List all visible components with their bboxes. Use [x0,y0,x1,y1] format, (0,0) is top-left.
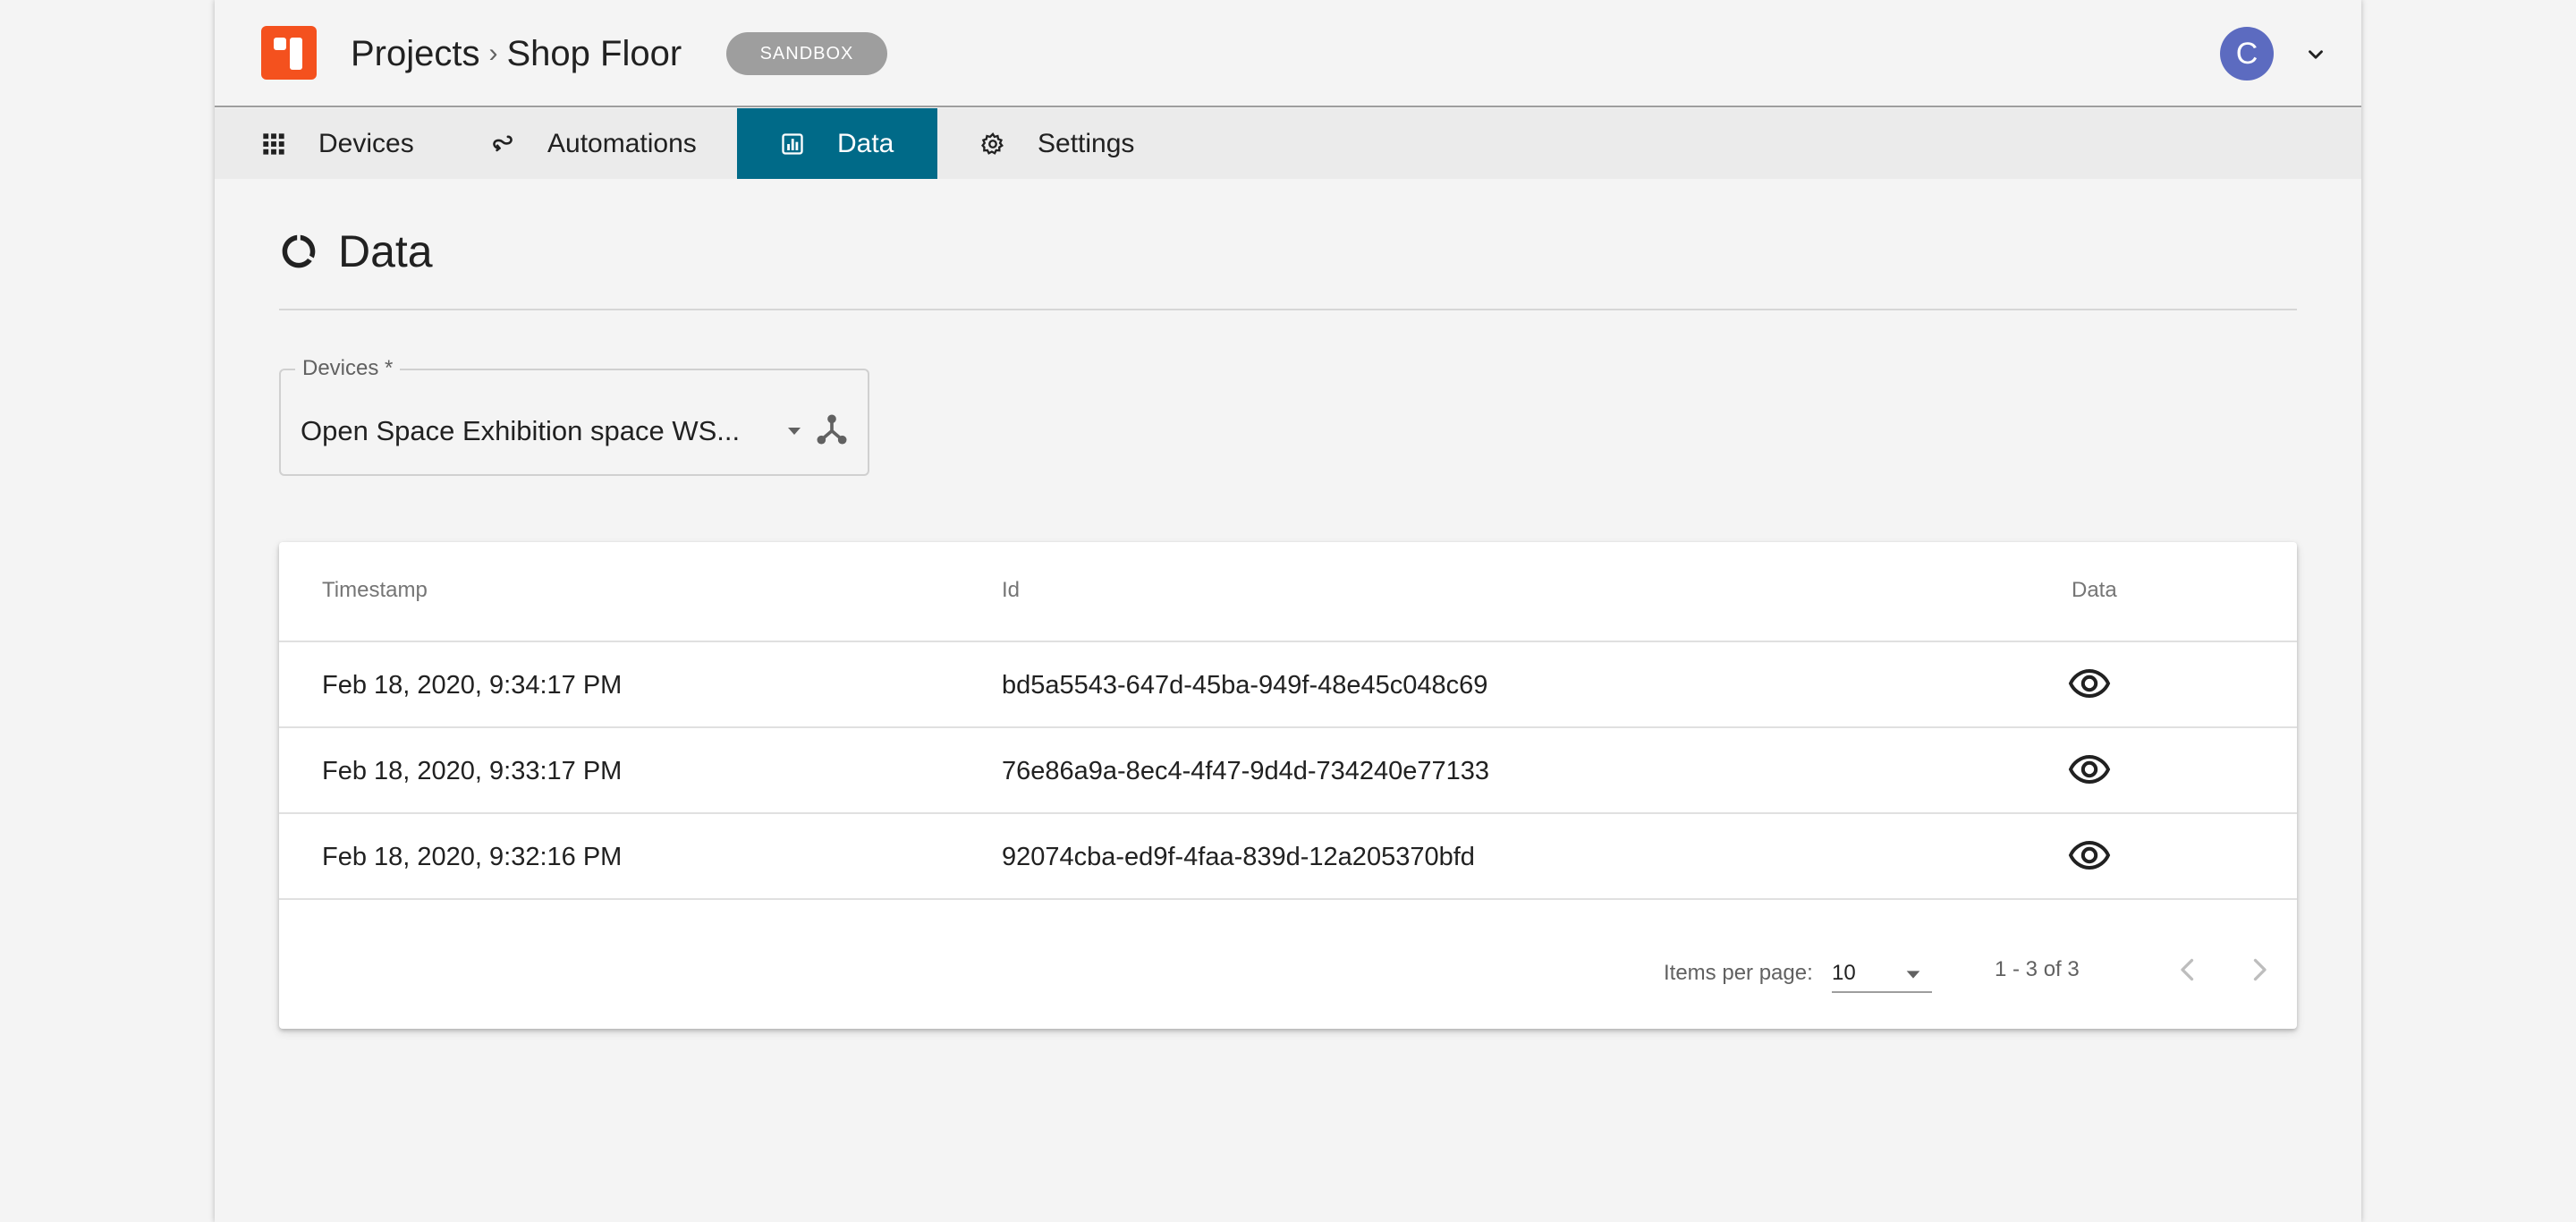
breadcrumb: Projects › Shop Floor [351,27,682,81]
row-timestamp: Feb 18, 2020, 9:33:17 PM [322,757,623,785]
column-header-id[interactable]: Id [1002,578,1020,603]
data-ring-icon [282,234,316,268]
next-page-button[interactable] [2243,954,2275,986]
device-tree-icon[interactable] [814,412,850,447]
table-row: Feb 18, 2020, 9:34:17 PM bd5a5543-647d-4… [279,642,2297,728]
dropdown-caret-icon[interactable] [784,420,805,442]
table-row: Feb 18, 2020, 9:32:16 PM 92074cba-ed9f-4… [279,814,2297,900]
tab-devices-label: Devices [318,128,414,158]
row-timestamp: Feb 18, 2020, 9:32:16 PM [322,843,623,871]
page-title: Data [279,224,433,279]
items-per-page-select[interactable]: 10 [1832,952,1932,993]
devices-select[interactable]: Devices * Open Space Exhibition space WS… [279,356,869,476]
devices-select-value: Open Space Exhibition space WS... [301,415,741,446]
view-data-eye-icon[interactable] [2068,666,2111,701]
bar-chart-icon [782,132,803,155]
items-per-page-label: Items per page: [1664,961,1813,985]
gear-icon [981,132,1004,155]
table-header: Timestamp Id Data [279,542,2297,642]
title-divider [279,309,2297,310]
row-id: 92074cba-ed9f-4faa-839d-12a205370bfd [1002,843,1475,871]
app-window: Projects › Shop Floor SANDBOX C Devices [215,0,2361,1222]
top-bar: Projects › Shop Floor SANDBOX C [215,0,2361,107]
breadcrumb-projects[interactable]: Projects [351,34,480,74]
dropdown-caret-icon [1906,971,1920,979]
page-range-label: 1 - 3 of 3 [1995,957,2080,981]
tab-devices[interactable]: Devices [261,108,414,179]
breadcrumb-project-name: Shop Floor [506,33,682,73]
grid-icon [263,132,284,155]
automation-icon [493,135,513,151]
avatar[interactable]: C [2220,27,2274,81]
row-timestamp: Feb 18, 2020, 9:34:17 PM [322,671,623,700]
page-title-text: Data [338,226,433,276]
paginator: Items per page: 10 1 - 3 of 3 [279,909,2297,1029]
data-table-card: Timestamp Id Data Feb 18, 2020, 9:34:17 … [279,542,2297,1029]
tab-settings-label: Settings [1038,128,1135,158]
view-data-eye-icon[interactable] [2068,751,2111,787]
tab-settings[interactable]: Settings [980,108,1134,179]
devices-select-label: Devices * [295,356,401,381]
column-header-timestamp[interactable]: Timestamp [322,578,428,603]
environment-badge: SANDBOX [726,32,887,75]
column-header-data: Data [2072,578,2117,602]
breadcrumb-separator: › [488,38,498,68]
tab-automations-label: Automations [547,128,697,158]
main-nav: Devices Automations Data Settings [215,108,2361,179]
chevron-down-icon[interactable] [2304,43,2327,66]
row-id: 76e86a9a-8ec4-4f47-9d4d-734240e77133 [1002,757,1490,785]
tab-data[interactable]: Data [737,108,937,179]
tab-data-label: Data [837,128,894,158]
tab-automations[interactable]: Automations [490,108,697,179]
view-data-eye-icon[interactable] [2068,837,2111,873]
previous-page-button[interactable] [2172,954,2204,986]
app-logo[interactable] [261,26,317,80]
row-id: bd5a5543-647d-45ba-949f-48e45c048c69 [1002,671,1488,700]
items-per-page-value: 10 [1832,961,1856,985]
table-row: Feb 18, 2020, 9:33:17 PM 76e86a9a-8ec4-4… [279,728,2297,814]
